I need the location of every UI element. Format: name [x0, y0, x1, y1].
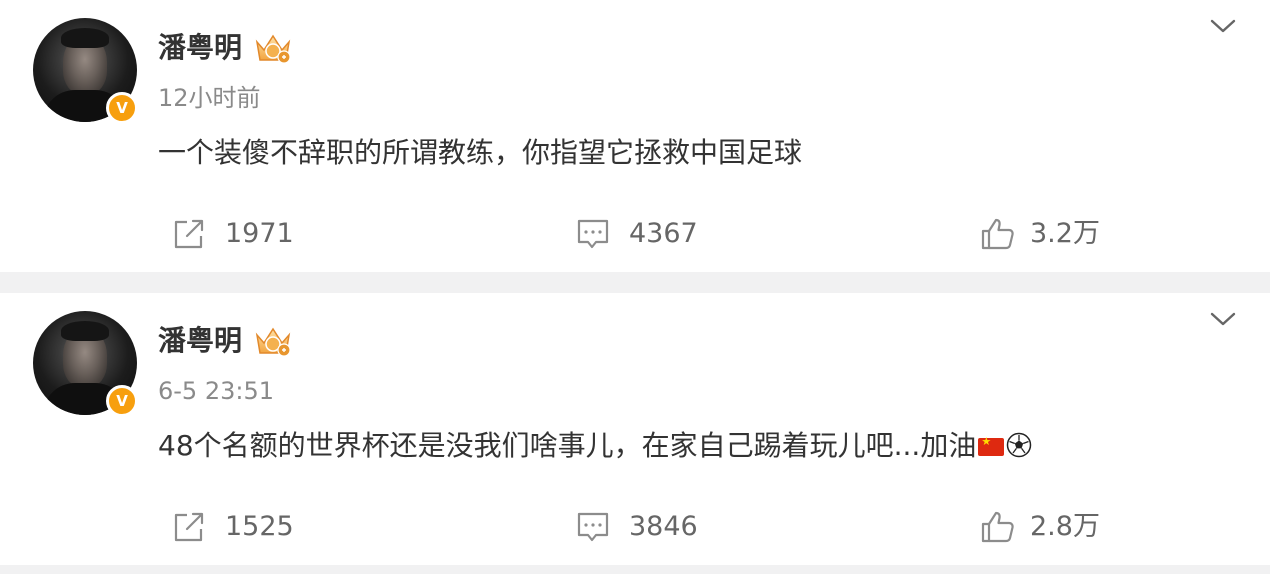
avatar-hair: [61, 28, 109, 48]
thumbs-up-icon: [981, 218, 1014, 250]
verified-badge-icon: V: [106, 92, 138, 124]
crown-badge-icon[interactable]: [254, 323, 292, 359]
post-timestamp[interactable]: 12小时前: [158, 82, 261, 114]
avatar-hair: [61, 321, 109, 341]
comment-count: 4367: [629, 218, 698, 249]
post-card: V 潘粤明 6-5 23:51 48个名额的世界杯还是没我们啥事儿，在家自己踢着…: [0, 293, 1270, 565]
repost-button[interactable]: 1525: [171, 505, 294, 549]
repost-button[interactable]: 1971: [171, 212, 294, 256]
repost-count: 1525: [225, 511, 294, 542]
post-text-body: 一个装傻不辞职的所谓教练，你指望它拯救中国足球: [158, 136, 803, 169]
username[interactable]: 潘粤明: [158, 321, 242, 361]
username[interactable]: 潘粤明: [158, 28, 242, 68]
crown-badge-icon[interactable]: [254, 30, 292, 66]
soccer-ball-emoji: [1007, 432, 1032, 458]
china-flag-emoji: [978, 435, 1005, 456]
feed-list: V 潘粤明 12小时前 一个装傻不辞职的所谓教练，你指望它拯救中国足球 1971…: [0, 0, 1270, 574]
post-text: 一个装傻不辞职的所谓教练，你指望它拯救中国足球: [158, 133, 802, 173]
like-button[interactable]: 3.2万: [980, 212, 1100, 256]
like-button[interactable]: 2.8万: [980, 505, 1100, 549]
chevron-down-icon[interactable]: [1210, 309, 1236, 329]
verified-badge-icon: V: [106, 385, 138, 417]
thumbs-up-icon: [981, 511, 1014, 543]
repost-count: 1971: [225, 218, 294, 249]
comment-icon: [577, 512, 609, 542]
post-timestamp[interactable]: 6-5 23:51: [158, 375, 274, 407]
repost-icon: [174, 512, 204, 542]
post-card: V 潘粤明 12小时前 一个装傻不辞职的所谓教练，你指望它拯救中国足球 1971…: [0, 0, 1270, 272]
avatar[interactable]: V: [33, 311, 138, 417]
avatar[interactable]: V: [33, 18, 138, 124]
chevron-down-icon[interactable]: [1210, 16, 1236, 36]
comment-button[interactable]: 3846: [575, 505, 698, 549]
repost-icon: [174, 219, 204, 249]
comment-icon: [577, 219, 609, 249]
like-count: 2.8万: [1030, 511, 1100, 542]
comment-button[interactable]: 4367: [575, 212, 698, 256]
comment-count: 3846: [629, 511, 698, 542]
post-text-body: 48个名额的世界杯还是没我们啥事儿，在家自己踢着玩儿吧...加油: [158, 429, 977, 462]
post-text: 48个名额的世界杯还是没我们啥事儿，在家自己踢着玩儿吧...加油: [158, 426, 1032, 466]
like-count: 3.2万: [1030, 218, 1100, 249]
